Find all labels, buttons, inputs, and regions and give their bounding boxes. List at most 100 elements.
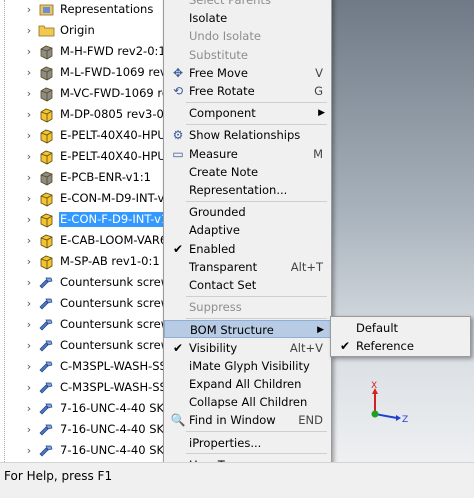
menu-item-isolate[interactable]: Isolate [164, 9, 331, 27]
tree-row[interactable]: › E-CON-F-D9-INT-v1:1 [0, 209, 190, 230]
menu-item-bom-structure[interactable]: BOM Structure ▶ [164, 320, 331, 339]
expand-chevron-icon[interactable]: › [24, 104, 34, 125]
menu-item-label: Default [356, 321, 399, 335]
tree-row[interactable]: › E-PELT-40X40-HPU-w [0, 146, 190, 167]
tree-row[interactable]: › E-CAB-LOOM-VAR660 [0, 230, 190, 251]
expand-chevron-icon[interactable]: › [24, 0, 34, 20]
menu-item-transparent[interactable]: Transparent Alt+T [164, 258, 331, 276]
expand-chevron-icon[interactable]: › [24, 230, 34, 251]
menu-item-label: Contact Set [189, 278, 257, 292]
menu-item-reference[interactable]: ✔ Reference [331, 337, 470, 355]
measure-icon: ▭ [172, 146, 184, 161]
menu-item-create-note[interactable]: Create Note [164, 163, 331, 181]
part-yellow-icon [38, 232, 55, 249]
expand-chevron-icon[interactable]: › [24, 293, 34, 314]
expand-chevron-icon[interactable]: › [24, 335, 34, 356]
tree-row[interactable]: › C-M3SPL-WASH-SS-v [0, 356, 190, 377]
expand-chevron-icon[interactable]: › [24, 251, 34, 272]
menu-item-show-relationships[interactable]: ⚙ Show Relationships [164, 126, 331, 144]
expand-chevron-icon[interactable]: › [24, 125, 34, 146]
menu-item-default[interactable]: Default [331, 319, 470, 337]
menu-item-adaptive[interactable]: Adaptive [164, 221, 331, 239]
menu-item-measure[interactable]: ▭ Measure M [164, 145, 331, 163]
tree-row[interactable]: › C-M3SPL-WASH-SS-v [0, 377, 190, 398]
tree-row[interactable]: › Countersunk screw M3 [0, 314, 190, 335]
tree-row[interactable]: › M-L-FWD-1069 rev1- [0, 62, 190, 83]
menu-item-label: Expand All Children [189, 377, 302, 391]
expand-chevron-icon[interactable]: › [24, 356, 34, 377]
tree-row[interactable]: › E-PCB-ENR-v1:1 [0, 167, 190, 188]
tree-row[interactable]: › 7-16-UNC-4-40 SKT:3 [0, 419, 190, 440]
screw-icon [38, 400, 55, 417]
tree-row-label: C-M3SPL-WASH-SS-v [60, 359, 178, 373]
free-rotate-icon: ⟲ [172, 84, 184, 98]
checkmark-icon: ✔ [339, 339, 351, 354]
menu-item-expand-all-children[interactable]: Expand All Children [164, 375, 331, 393]
expand-chevron-icon[interactable]: › [24, 83, 34, 104]
model-browser-tree[interactable]: › Representations › Origin › M-H-FWD rev2-0… [0, 0, 190, 462]
relationships-icon: ⚙ [172, 128, 184, 143]
menu-item-contact-set[interactable]: Contact Set [164, 276, 331, 294]
menu-item-iproperties[interactable]: iProperties... [164, 434, 331, 452]
expand-chevron-icon[interactable]: › [24, 419, 34, 440]
tree-row[interactable]: › M-DP-0805 rev3-0:1 [0, 104, 190, 125]
part-grey-icon [38, 169, 55, 186]
menu-item-imate-glyph-visibility[interactable]: iMate Glyph Visibility [164, 357, 331, 375]
part-yellow-icon [38, 190, 55, 207]
expand-chevron-icon[interactable]: › [24, 314, 34, 335]
context-menu[interactable]: Select Parents Isolate Undo Isolate Substit… [163, 0, 332, 472]
expand-chevron-icon[interactable]: › [24, 272, 34, 293]
tree-row[interactable]: › Countersunk screw M3 [0, 293, 190, 314]
tree-row[interactable]: › M-SP-AB rev1-0:1 [0, 251, 190, 272]
screw-icon [38, 295, 55, 312]
menu-item-label: Representation... [189, 183, 288, 197]
expand-chevron-icon[interactable]: › [24, 188, 34, 209]
tree-row-label: M-SP-AB rev1-0:1 [60, 254, 160, 268]
menu-item-label: iProperties... [189, 435, 262, 450]
menu-separator [186, 453, 327, 455]
expand-chevron-icon[interactable]: › [24, 398, 34, 419]
expand-chevron-icon[interactable]: › [24, 146, 34, 167]
menu-item-label: Free Rotate [189, 84, 255, 98]
expand-chevron-icon[interactable]: › [24, 440, 34, 461]
menu-item-label: Suppress [189, 300, 242, 315]
menu-item-find-in-window[interactable]: 🔍 Find in Window END [164, 411, 331, 429]
menu-item-label: Adaptive [189, 223, 240, 238]
triad-z-label: Z [402, 415, 408, 425]
menu-item-representation[interactable]: Representation... [164, 181, 331, 199]
menu-item-grounded[interactable]: Grounded [164, 203, 331, 221]
menu-separator [186, 431, 327, 433]
menu-item-undo-isolate: Undo Isolate [164, 27, 331, 45]
triad-origin [371, 410, 379, 418]
menu-item-select-parents: Select Parents [164, 0, 331, 9]
checkmark-icon: ✔ [172, 241, 184, 256]
menu-item-free-rotate[interactable]: ⟲ Free Rotate G [164, 82, 331, 100]
part-yellow-icon [38, 106, 55, 123]
tree-row[interactable]: › Origin [0, 20, 190, 41]
bom-structure-submenu[interactable]: Default ✔ Reference [330, 316, 471, 357]
screw-icon [38, 421, 55, 438]
tree-row[interactable]: › 7-16-UNC-4-40 SKT:3 [0, 398, 190, 419]
free-move-icon: ✥ [172, 65, 184, 80]
tree-row[interactable]: › Countersunk screw M3 [0, 335, 190, 356]
expand-chevron-icon[interactable]: › [24, 20, 34, 41]
menu-item-enabled[interactable]: ✔ Enabled [164, 240, 331, 258]
tree-row[interactable]: › 7-16-UNC-4-40 SKT:3 [0, 440, 190, 461]
expand-chevron-icon[interactable]: › [24, 62, 34, 83]
screw-icon [38, 379, 55, 396]
menu-item-component[interactable]: Component ▶ [164, 104, 331, 122]
menu-item-visibility[interactable]: ✔ Visibility Alt+V [164, 339, 331, 357]
tree-row[interactable]: › E-PELT-40X40-HPU-v [0, 125, 190, 146]
tree-row[interactable]: › E-CON-M-D9-INT-v1:1 [0, 188, 190, 209]
expand-chevron-icon[interactable]: › [24, 377, 34, 398]
expand-chevron-icon[interactable]: › [24, 209, 34, 230]
tree-row[interactable]: › M-VC-FWD-1069 rev1 [0, 83, 190, 104]
tree-row[interactable]: › M-H-FWD rev2-0:1 [0, 41, 190, 62]
tree-row[interactable]: › Representations [0, 0, 190, 20]
expand-chevron-icon[interactable]: › [24, 167, 34, 188]
menu-item-free-move[interactable]: ✥ Free Move V [164, 64, 331, 82]
tree-row[interactable]: › Countersunk screw M3 [0, 272, 190, 293]
menu-item-collapse-all-children[interactable]: Collapse All Children [164, 393, 331, 411]
part-grey-icon [38, 85, 55, 102]
expand-chevron-icon[interactable]: › [24, 41, 34, 62]
